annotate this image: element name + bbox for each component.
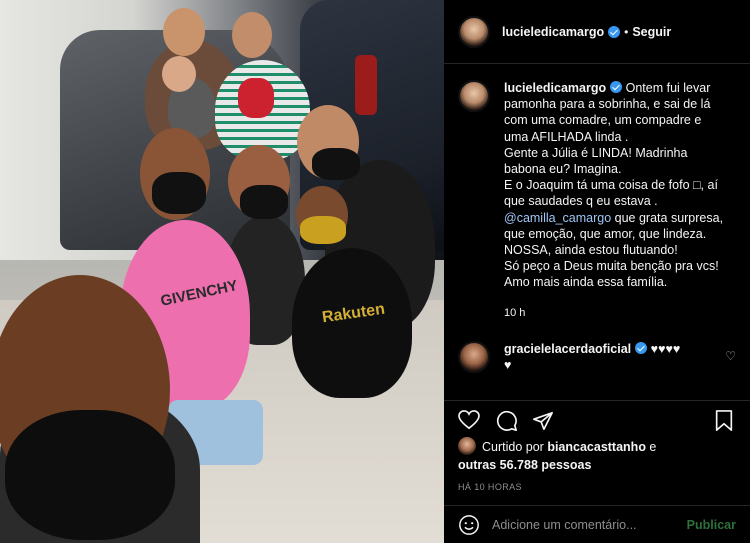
author-username[interactable]: lucieledicamargo (502, 25, 604, 39)
comment-item: gracielelacerdaoficial ♥♥♥♥ ♥ ♡ (458, 340, 736, 373)
comments-section[interactable]: lucieledicamargo Ontem fui levar pamonha… (444, 64, 750, 400)
caption-line: uma AFILHADA linda . (504, 129, 629, 144)
photo-mask-girl (240, 185, 288, 219)
save-bookmark-icon[interactable] (714, 410, 734, 432)
photo-head-baby (162, 56, 196, 92)
comment-like-heart-icon[interactable]: ♡ (725, 349, 736, 363)
comment-body: gracielelacerdaoficial ♥♥♥♥ ♥ (504, 341, 680, 373)
comment-bubble-icon[interactable] (496, 410, 518, 432)
verified-badge-icon (610, 81, 623, 93)
caption-line: com uma comadre, um compadre e (504, 113, 702, 128)
caption-line: que grata surpresa, (611, 210, 724, 225)
emoji-smiley-icon[interactable] (458, 514, 480, 536)
share-plane-icon[interactable] (532, 410, 554, 432)
photo-head-woman-striped (232, 12, 272, 58)
comment-text: ♥ (504, 358, 512, 373)
caption-line: E o Joaquim tá uma coisa de fofo □, aí (504, 178, 718, 193)
caption-line: Só peço a Deus muita benção pra vcs! (504, 259, 719, 274)
caption: lucieledicamargo Ontem fui levar pamonha… (458, 80, 734, 321)
photo-mask-boy (300, 216, 346, 244)
header-separator: • (624, 24, 629, 39)
liker-username[interactable]: biancacasttanho (547, 440, 646, 454)
post-header: lucieledicamargo • Seguir (444, 0, 750, 64)
caption-line: que emoção, que amor, que lindeza. (504, 226, 707, 241)
caption-body: lucieledicamargo Ontem fui levar pamonha… (504, 80, 723, 321)
photo-person-newborn (238, 78, 274, 118)
author-avatar[interactable] (458, 15, 490, 48)
caption-line: que saudades q eu estava . (504, 194, 658, 209)
caption-time[interactable]: 10 h (504, 305, 723, 321)
like-heart-icon[interactable] (458, 410, 480, 430)
instagram-post: Rakuten GIVENCHY lucieledicamargo • Segu… (0, 0, 750, 543)
action-bar (444, 400, 750, 440)
follow-button[interactable]: Seguir (632, 25, 671, 39)
likes-others-count[interactable]: outras 56.788 pessoas (458, 458, 591, 472)
caption-line: babona eu? Imagina. (504, 162, 622, 177)
post-photo[interactable]: Rakuten GIVENCHY (0, 0, 444, 543)
likes-conj: e (645, 440, 657, 454)
likes-summary: Curtido por biancacasttanho e outras 56.… (444, 437, 750, 474)
caption-author-avatar[interactable] (458, 80, 490, 112)
commenter-avatar[interactable] (458, 340, 490, 373)
likes-prefix: Curtido por (482, 440, 548, 454)
comment-text: ♥♥♥♥ (650, 341, 681, 356)
verified-badge-icon (608, 25, 621, 38)
post-timestamp[interactable]: HÁ 10 HORAS (458, 482, 522, 492)
photo-head-back-man (163, 8, 205, 56)
commenter-username[interactable]: gracielelacerdaoficial (504, 342, 631, 356)
photo-mask-man-selfie (5, 410, 175, 540)
add-comment-bar: Adicione um comentário... Publicar (444, 505, 750, 543)
liker-avatar[interactable] (458, 437, 476, 455)
caption-line: Ontem fui levar (625, 81, 711, 95)
caption-line: Gente a Júlia é LINDA! Madrinha (504, 145, 688, 160)
caption-line: pamonha para a sobrinha, e sai de lá (504, 97, 711, 112)
caption-mention-link[interactable]: @camilla_camargo (504, 211, 611, 225)
caption-line: Amo mais ainda essa família. (504, 275, 668, 290)
comment-input[interactable]: Adicione um comentário... (492, 518, 687, 532)
photo-mask-woman-black (312, 148, 360, 180)
verified-badge-icon (635, 341, 648, 354)
photo-car-taillight (355, 55, 377, 115)
publish-button[interactable]: Publicar (687, 518, 736, 532)
caption-username[interactable]: lucieledicamargo (504, 81, 606, 95)
caption-line: NOSSA, ainda estou flutuando! (504, 243, 678, 258)
photo-mask-woman-pink (152, 172, 206, 214)
